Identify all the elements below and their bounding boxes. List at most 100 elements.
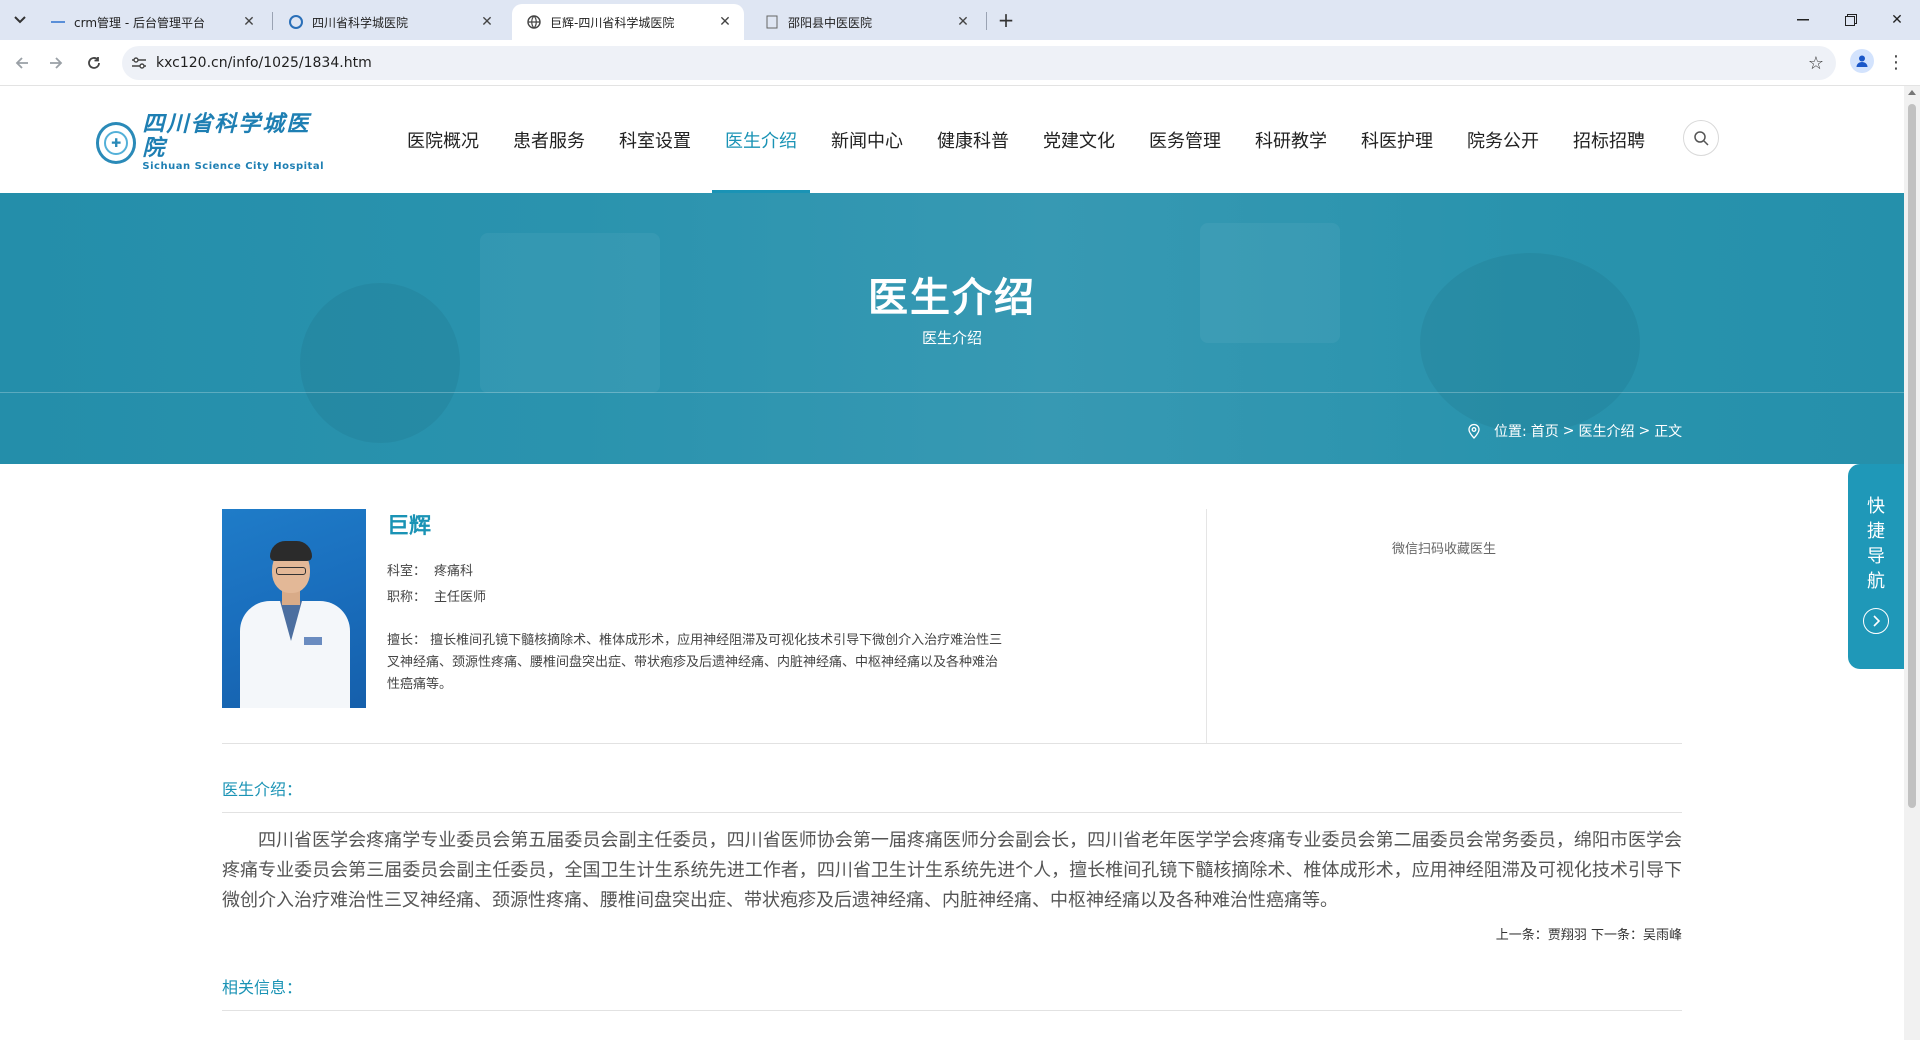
breadcrumb: 位置: 首页 > 医生介绍 > 正文 (1466, 421, 1686, 441)
quick-nav-panel[interactable]: 快 捷 导 航 (1848, 464, 1904, 669)
breadcrumb-home-link[interactable]: 首页 (1531, 421, 1559, 441)
minimize-icon[interactable] (1780, 0, 1826, 40)
wechat-qr-caption: 微信扫码收藏医生 (1391, 542, 1496, 557)
close-tab-icon[interactable]: ✕ (716, 13, 734, 31)
reload-button[interactable] (80, 49, 108, 77)
back-button[interactable] (8, 49, 36, 77)
tab-title: 四川省科学城医院 (312, 15, 409, 30)
kebab-icon[interactable]: ⋮ (1887, 50, 1905, 74)
quick-nav-char: 导 (1867, 546, 1885, 567)
department-value: 疼痛科 (434, 564, 474, 579)
doctor-name: 巨辉 (387, 514, 432, 539)
new-tab-button[interactable]: + (994, 8, 1018, 32)
tune-icon[interactable] (122, 57, 156, 69)
arrow-right-icon (50, 57, 63, 69)
chevron-down-icon (14, 16, 26, 24)
browser-toolbar: kxc120.cn/info/1025/1834.htm ☆ ⋮ (0, 40, 1920, 86)
url-text[interactable]: kxc120.cn/info/1025/1834.htm (156, 55, 372, 71)
main-navigation: 医院概况 患者服务 科室设置 医生介绍 新闻中心 健康科普 党建文化 医务管理 … (390, 86, 1662, 193)
breadcrumb-prefix: 位置: (1494, 424, 1527, 440)
close-tab-icon[interactable]: ✕ (240, 13, 258, 31)
browser-tab-strip: crm管理 - 后台管理平台 ✕ 四川省科学城医院 ✕ 巨辉-四川省科学城医院 … (0, 0, 1920, 40)
nav-item-medical-affairs[interactable]: 医务管理 (1132, 86, 1238, 193)
quick-nav-char: 航 (1867, 571, 1885, 592)
nav-item-hospital-affairs[interactable]: 院务公开 (1450, 86, 1556, 193)
site-header: ✚ 四川省科学城医院 Sichuan Science City Hospital… (0, 86, 1904, 193)
tab-title: crm管理 - 后台管理平台 (74, 15, 205, 30)
quick-nav-char: 捷 (1867, 521, 1885, 542)
globe-icon (526, 14, 542, 30)
tab-title: 巨辉-四川省科学城医院 (550, 15, 675, 30)
breadcrumb-separator: > (1638, 423, 1651, 439)
nav-item-research-teaching[interactable]: 科研教学 (1238, 86, 1344, 193)
forward-button[interactable] (42, 49, 70, 77)
specialty-value: 擅长椎间孔镜下髓核摘除术、椎体成形术，应用神经阻滞及可视化技术引导下微创介入治疗… (387, 633, 1003, 692)
logo-english-name: Sichuan Science City Hospital (142, 161, 324, 172)
nav-item-departments[interactable]: 科室设置 (602, 86, 708, 193)
banner-divider (0, 392, 1904, 393)
doctor-department: 科室： 疼痛科 (387, 560, 473, 579)
tab-search-button[interactable] (8, 8, 32, 32)
reload-icon (88, 57, 100, 69)
page-viewport: ✚ 四川省科学城医院 Sichuan Science City Hospital… (0, 86, 1904, 1040)
scroll-up-arrow-icon[interactable] (1908, 90, 1916, 95)
restore-icon[interactable] (1828, 0, 1874, 40)
tab-separator (272, 12, 273, 30)
nav-item-health-education[interactable]: 健康科普 (920, 86, 1026, 193)
close-window-icon[interactable]: ✕ (1874, 0, 1920, 40)
page-scrollbar[interactable] (1904, 86, 1920, 1040)
tab-separator (986, 12, 987, 30)
location-pin-icon (1468, 423, 1480, 439)
quick-nav-char: 快 (1867, 496, 1885, 517)
close-tab-icon[interactable]: ✕ (478, 13, 496, 31)
breadcrumb-separator: > (1562, 423, 1575, 439)
browser-tab[interactable]: crm管理 - 后台管理平台 ✕ (36, 4, 268, 40)
specialty-label: 擅长： (387, 633, 427, 648)
prev-label: 上一条： (1495, 928, 1548, 943)
crm-favicon-icon (50, 14, 66, 30)
nav-item-hospital-overview[interactable]: 医院概况 (390, 86, 496, 193)
arrow-left-icon (15, 57, 28, 69)
breadcrumb-section-link[interactable]: 医生介绍 (1578, 421, 1634, 441)
scrollbar-thumb[interactable] (1908, 104, 1916, 808)
nav-item-recruitment[interactable]: 招标招聘 (1556, 86, 1662, 193)
site-search-button[interactable] (1683, 120, 1719, 156)
nav-item-nursing[interactable]: 科医护理 (1344, 86, 1450, 193)
document-favicon-icon (764, 14, 780, 30)
hospital-logo[interactable]: ✚ 四川省科学城医院 Sichuan Science City Hospital (96, 112, 326, 172)
star-icon[interactable]: ☆ (1808, 53, 1824, 74)
search-icon (1694, 131, 1709, 146)
next-link[interactable]: 吴雨峰 (1643, 928, 1682, 943)
nav-item-news[interactable]: 新闻中心 (814, 86, 920, 193)
hospital-emblem-icon: ✚ (96, 122, 137, 164)
prev-link[interactable]: 贾翔羽 (1548, 928, 1587, 943)
browser-tab[interactable]: 四川省科学城医院 ✕ (274, 4, 506, 40)
next-label: 下一条： (1590, 928, 1643, 943)
banner-subtitle: 医生介绍 (921, 329, 982, 347)
department-label: 科室： (387, 564, 427, 579)
close-tab-icon[interactable]: ✕ (954, 13, 972, 31)
section-divider (222, 1010, 1682, 1011)
banner-title: 医生介绍 (868, 275, 1036, 321)
address-bar[interactable]: kxc120.cn/info/1025/1834.htm ☆ (122, 46, 1836, 80)
nav-item-patient-services[interactable]: 患者服务 (496, 86, 602, 193)
section-divider (222, 743, 1682, 744)
person-icon (1856, 55, 1868, 67)
related-heading: 相关信息： (222, 978, 303, 997)
tab-title: 邵阳县中医医院 (788, 15, 873, 30)
doctor-photo (222, 509, 366, 708)
intro-heading: 医生介绍： (222, 780, 303, 799)
nav-item-party-culture[interactable]: 党建文化 (1026, 86, 1132, 193)
section-divider (222, 812, 1682, 813)
logo-chinese-name: 四川省科学城医院 (142, 111, 311, 161)
doctor-intro-text: 四川省医学会疼痛学专业委员会第五届委员会副主任委员，四川省医师协会第一届疼痛医师… (222, 830, 1682, 911)
chevron-right-icon[interactable] (1863, 608, 1889, 634)
title-value: 主任医师 (434, 590, 487, 605)
browser-tab[interactable]: 邵阳县中医医院 ✕ (750, 4, 982, 40)
doctor-specialty: 擅长： 擅长椎间孔镜下髓核摘除术、椎体成形术，应用神经阻滞及可视化技术引导下微创… (387, 630, 1009, 696)
prev-next-links: 上一条：贾翔羽 下一条：吴雨峰 (1496, 924, 1682, 943)
profile-button[interactable] (1850, 49, 1874, 73)
browser-tab-active[interactable]: 巨辉-四川省科学城医院 ✕ (512, 4, 744, 40)
nav-item-doctors[interactable]: 医生介绍 (708, 86, 814, 193)
doctor-title: 职称： 主任医师 (387, 586, 486, 605)
